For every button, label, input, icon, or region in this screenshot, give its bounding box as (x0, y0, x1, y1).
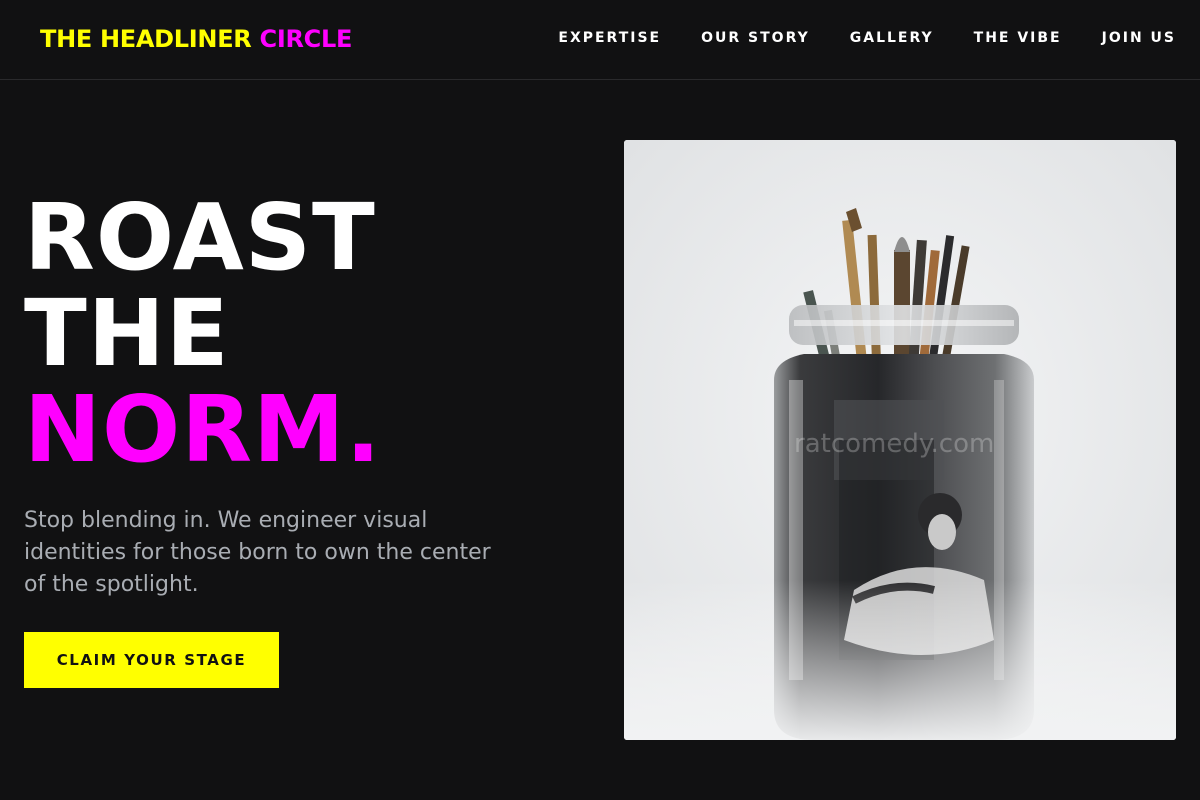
image-watermark: ratcomedy.com (794, 429, 994, 459)
main-nav: EXPERTISE OUR STORY GALLERY THE VIBE JOI… (558, 29, 1176, 47)
brand-logo[interactable]: THE HEADLINER CIRCLE (40, 24, 352, 54)
hero-headline-line-3: NORM. (24, 376, 382, 483)
hero-subtitle: Stop blending in. We engineer visual ide… (24, 508, 491, 597)
nav-link-gallery[interactable]: GALLERY (850, 29, 934, 47)
brush-jar-photo: ratcomedy.com (624, 140, 1176, 740)
nav-link-the-vibe[interactable]: THE VIBE (974, 29, 1062, 47)
brand-name-primary: THE HEADLINER (40, 25, 252, 53)
top-navigation-bar: THE HEADLINER CIRCLE EXPERTISE OUR STORY… (0, 0, 1200, 80)
nav-link-join-us[interactable]: JOIN US (1102, 29, 1176, 47)
hero-image: ratcomedy.com (624, 140, 1176, 740)
nav-link-expertise[interactable]: EXPERTISE (558, 29, 661, 47)
hero-headline: ROAST THE NORM. (24, 190, 382, 478)
claim-your-stage-button[interactable]: CLAIM YOUR STAGE (24, 632, 279, 688)
hero-headline-line-1: ROAST (24, 184, 376, 291)
hero-headline-line-2: THE (24, 280, 230, 387)
brand-name-accent: CIRCLE (259, 25, 353, 53)
nav-link-our-story[interactable]: OUR STORY (701, 29, 810, 47)
